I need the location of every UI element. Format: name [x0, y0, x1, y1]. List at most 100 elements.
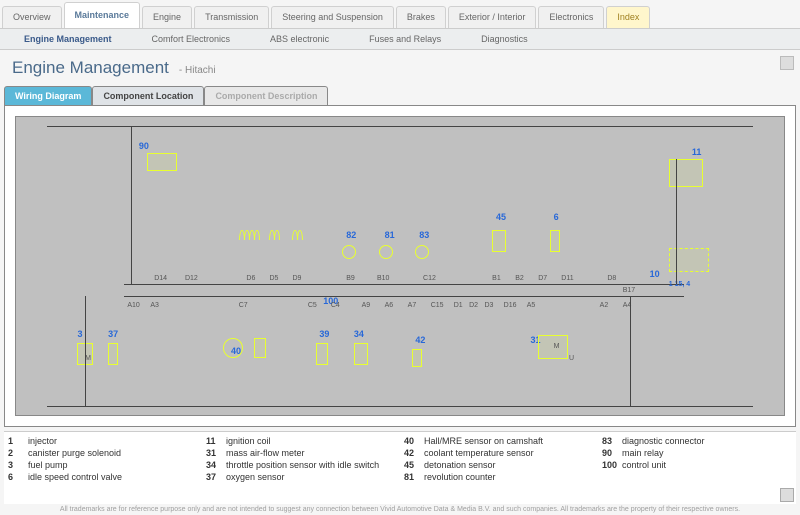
comp-idle-speed-valve[interactable] [550, 230, 560, 252]
num-10: 10 [650, 269, 660, 279]
legend-table: 1injector 2canister purge solenoid 3fuel… [4, 431, 796, 504]
legend-row: 3fuel pump [8, 459, 198, 471]
comp-main-relay[interactable] [147, 153, 177, 171]
pin-a9: A9 [362, 302, 371, 309]
comp-ignition-coil[interactable] [669, 159, 703, 187]
pin-b2: B2 [515, 275, 524, 282]
num-90: 90 [139, 141, 149, 151]
num-39: 39 [319, 329, 329, 339]
pin-d5: D5 [269, 275, 278, 282]
legend-row: 6idle speed control valve [8, 471, 198, 483]
comp-coolant-temp[interactable] [412, 349, 422, 367]
tab-exterior-interior[interactable]: Exterior / Interior [448, 6, 537, 28]
pin-c5: C5 [308, 302, 317, 309]
scroll-down-icon[interactable] [780, 488, 794, 502]
lbl-m2: M [554, 343, 560, 350]
page-title-sub: - Hitachi [179, 65, 216, 76]
sub-tabs: Engine Management Comfort Electronics AB… [0, 28, 800, 50]
pin-c12: C12 [423, 275, 436, 282]
legend-row: 11ignition coil [206, 435, 396, 447]
pin-d16: D16 [504, 302, 517, 309]
pin-b10: B10 [377, 275, 389, 282]
num-82: 82 [346, 230, 356, 240]
pin-a5: A5 [527, 302, 536, 309]
num-42: 42 [415, 335, 425, 345]
num-45: 45 [496, 212, 506, 222]
pin-a3: A3 [150, 302, 159, 309]
tab-engine[interactable]: Engine [142, 6, 192, 28]
tab-transmission[interactable]: Transmission [194, 6, 269, 28]
legend-row: 40Hall/MRE sensor on camshaft [404, 435, 594, 447]
pin-c4: C4 [331, 302, 340, 309]
num-81: 81 [385, 230, 395, 240]
pin-d6: D6 [246, 275, 255, 282]
num-34: 34 [354, 329, 364, 339]
pin-b1: B1 [492, 275, 501, 282]
legend-row: 42coolant temperature sensor [404, 447, 594, 459]
tab-maintenance[interactable]: Maintenance [64, 2, 141, 28]
num-1-15-4: 1 15, 4 [669, 281, 690, 288]
comp-canister-purge[interactable] [254, 338, 266, 358]
tab-steering-suspension[interactable]: Steering and Suspension [271, 6, 394, 28]
pin-d14: D14 [154, 275, 167, 282]
comp-gauge-82[interactable] [342, 245, 356, 259]
legend-row: 90main relay [602, 447, 792, 459]
comp-oxygen-sensor[interactable] [108, 343, 118, 365]
subtab-abs-electronic[interactable]: ABS electronic [250, 31, 349, 47]
comp-diagnostic-connector[interactable] [415, 245, 429, 259]
pin-a2: A2 [600, 302, 609, 309]
tab-electronics[interactable]: Electronics [538, 6, 604, 28]
pin-d3: D3 [484, 302, 493, 309]
pin-d11: D11 [561, 275, 573, 282]
pin-b9: B9 [346, 275, 355, 282]
page-title-main: Engine Management [12, 58, 169, 78]
tab-brakes[interactable]: Brakes [396, 6, 446, 28]
comp-throttle-position[interactable] [354, 343, 368, 365]
legend-row: 81revolution counter [404, 471, 594, 483]
wiring-diagram[interactable]: 90 11 82 81 83 45 6 10 1 15, 4 100 3 37 … [15, 116, 785, 416]
page-title: Engine Management - Hitachi [0, 50, 800, 86]
diagram-tabs: Wiring Diagram Component Location Compon… [4, 86, 800, 105]
comp-39[interactable] [316, 343, 328, 365]
comp-hall-sensor[interactable] [223, 338, 243, 358]
pin-a7: A7 [408, 302, 417, 309]
comp-injector-coils[interactable] [239, 230, 259, 243]
subtab-engine-management[interactable]: Engine Management [4, 31, 132, 47]
dtab-wiring-diagram[interactable]: Wiring Diagram [4, 86, 92, 105]
subtab-comfort-electronics[interactable]: Comfort Electronics [132, 31, 251, 47]
legend-row: 37oxygen sensor [206, 471, 396, 483]
footer-disclaimer: All trademarks are for reference purpose… [0, 504, 800, 515]
comp-distributor[interactable] [669, 248, 709, 272]
top-tabs: Overview Maintenance Engine Transmission… [0, 0, 800, 28]
num-37: 37 [108, 329, 118, 339]
legend-row: 1injector [8, 435, 198, 447]
tab-overview[interactable]: Overview [2, 6, 62, 28]
comp-revolution-counter[interactable] [379, 245, 393, 259]
legend-row: 2canister purge solenoid [8, 447, 198, 459]
pin-c7: C7 [239, 302, 248, 309]
subtab-diagnostics[interactable]: Diagnostics [461, 31, 548, 47]
tab-index[interactable]: Index [606, 6, 650, 28]
dtab-component-description: Component Description [204, 86, 328, 105]
collapse-icon[interactable] [780, 56, 794, 70]
pin-d1: D1 [454, 302, 463, 309]
num-83: 83 [419, 230, 429, 240]
pin-d8: D8 [607, 275, 616, 282]
pin-d12: D12 [185, 275, 198, 282]
pin-b17: B17 [623, 287, 635, 294]
legend-row: 34throttle position sensor with idle swi… [206, 459, 396, 471]
pin-a6: A6 [385, 302, 394, 309]
diagram-container: 90 11 82 81 83 45 6 10 1 15, 4 100 3 37 … [4, 105, 796, 427]
lbl-u: U [569, 355, 574, 362]
pin-a10: A10 [127, 302, 139, 309]
legend-row: 31mass air-flow meter [206, 447, 396, 459]
comp-detonation-sensor[interactable] [492, 230, 506, 252]
subtab-fuses-relays[interactable]: Fuses and Relays [349, 31, 461, 47]
legend-row: 83diagnostic connector [602, 435, 792, 447]
dtab-component-location[interactable]: Component Location [92, 86, 204, 105]
num-3: 3 [77, 329, 82, 339]
pin-d9: D9 [292, 275, 301, 282]
pin-d2: D2 [469, 302, 478, 309]
num-6: 6 [554, 212, 559, 222]
pin-c15: C15 [431, 302, 444, 309]
